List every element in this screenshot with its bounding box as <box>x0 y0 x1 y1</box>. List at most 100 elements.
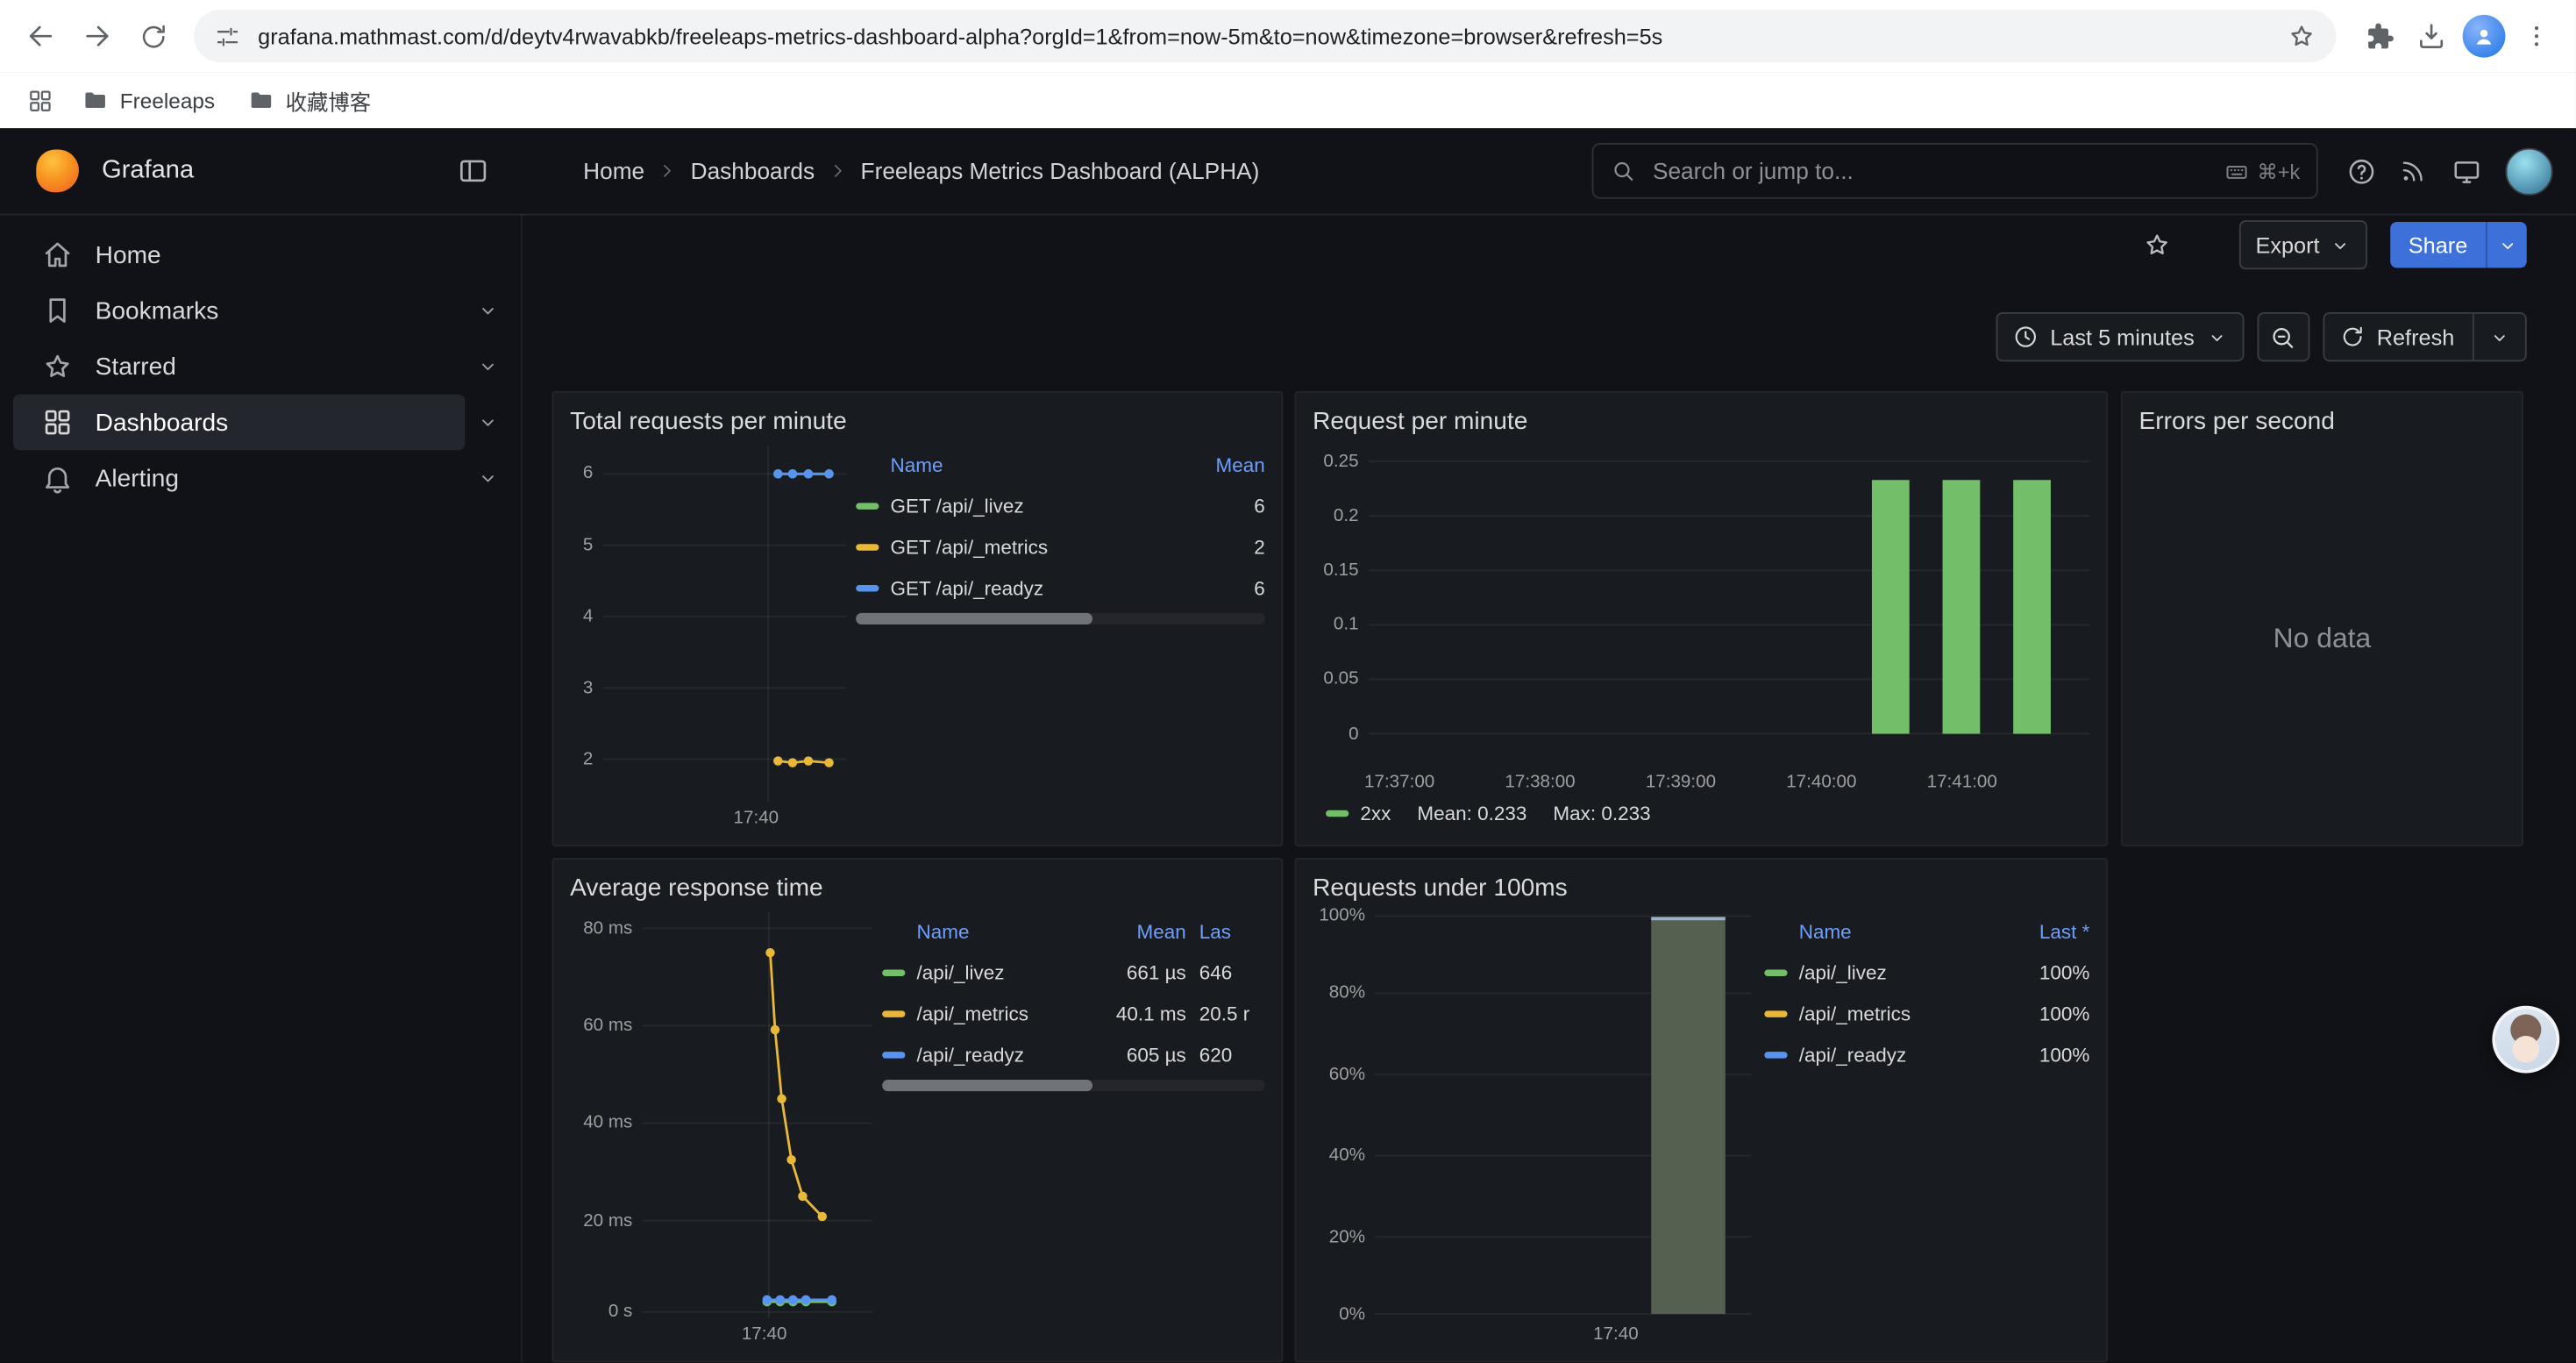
legend-row[interactable]: /api/_metrics 100% <box>1764 993 2089 1034</box>
legend-col-name[interactable]: Name <box>1764 920 2010 943</box>
legend-row[interactable]: /api/_livez 661 µs 646 <box>882 952 1265 993</box>
back-button[interactable] <box>13 8 69 64</box>
legend-col-mean[interactable]: Mean <box>1091 920 1186 943</box>
series-name[interactable]: /api/_livez <box>1799 960 2011 983</box>
export-button[interactable]: Export <box>2239 220 2367 269</box>
legend-row[interactable]: GET /api/_readyz 6 <box>856 567 1265 608</box>
search-input[interactable] <box>1649 156 2211 186</box>
chart-plot <box>603 446 846 803</box>
sidebar-item-home[interactable]: Home <box>13 227 511 283</box>
series-color-dash <box>1764 969 1787 975</box>
panel-title[interactable]: Average response time <box>570 869 1265 912</box>
chevron-down-icon[interactable] <box>465 455 510 501</box>
y-tick-label: 0.15 <box>1323 560 1358 580</box>
refresh-interval-chevron[interactable] <box>2489 326 2510 347</box>
bookmark-star-icon[interactable] <box>2287 21 2316 51</box>
series-color-dash <box>1764 1010 1787 1016</box>
chevron-down-icon[interactable] <box>465 344 510 389</box>
share-label: Share <box>2390 222 2486 268</box>
sidebar-item-bookmarks[interactable]: Bookmarks <box>13 282 465 339</box>
site-settings-icon[interactable] <box>214 22 242 50</box>
bookmark-folder-blogs[interactable]: 收藏博客 <box>235 79 385 122</box>
panel-title[interactable]: Total requests per minute <box>570 403 1265 446</box>
legend-header: Name Last * <box>1764 912 2089 952</box>
legend-row[interactable]: GET /api/_metrics 2 <box>856 526 1265 567</box>
downloads-icon[interactable] <box>2405 10 2458 62</box>
browser-menu-icon[interactable] <box>2510 10 2563 62</box>
chevron-down-icon[interactable] <box>465 399 510 445</box>
floating-assistant-avatar[interactable] <box>2492 1006 2559 1074</box>
chevron-down-icon <box>2330 234 2351 255</box>
legend-col-name[interactable]: Name <box>856 453 1189 476</box>
series-last: 100% <box>2010 960 2089 983</box>
share-menu-chevron[interactable] <box>2486 222 2527 268</box>
help-icon[interactable] <box>2335 145 2387 197</box>
url-bar[interactable]: grafana.mathmast.com/d/deytv4rwavabkb/fr… <box>194 10 2336 62</box>
sidebar-toggle-icon[interactable] <box>447 145 500 197</box>
display-icon[interactable] <box>2439 145 2492 197</box>
series-name[interactable]: GET /api/_readyz <box>891 576 1190 599</box>
legend-row[interactable]: /api/_readyz 100% <box>1764 1034 2089 1075</box>
series-name[interactable]: /api/_readyz <box>1799 1043 2011 1066</box>
bookmark-folder-freeleaps[interactable]: Freeleaps <box>69 79 228 122</box>
legend-row[interactable]: /api/_livez 100% <box>1764 952 2089 993</box>
grafana-logo[interactable] <box>36 150 79 193</box>
sidebar-item-label: Dashboards <box>96 409 229 437</box>
x-tick-label: 17:37:00 <box>1364 773 1434 792</box>
dashboards-grid-icon <box>41 406 74 439</box>
y-tick-label: 80% <box>1329 983 1365 1003</box>
panel-title[interactable]: Requests under 100ms <box>1313 869 2089 912</box>
y-tick-label: 0% <box>1339 1304 1365 1324</box>
series-name[interactable]: /api/_metrics <box>1799 1002 2011 1024</box>
series-color-dash <box>856 502 879 508</box>
panel-title[interactable]: Request per minute <box>1313 403 2089 446</box>
star-icon <box>41 350 74 382</box>
series-last: 646 <box>1186 960 1265 983</box>
legend-row[interactable]: /api/_readyz 605 µs 620 <box>882 1034 1265 1075</box>
x-tick-label: 17:38:00 <box>1505 773 1575 792</box>
series-name[interactable]: 2xx <box>1360 802 1391 824</box>
favorite-star-icon[interactable] <box>2134 222 2180 268</box>
sidebar-item-starred[interactable]: Starred <box>13 339 465 395</box>
legend-col-last[interactable]: Last * <box>2010 920 2089 943</box>
series-name[interactable]: GET /api/_metrics <box>891 535 1190 558</box>
zoom-out-button[interactable] <box>2257 312 2309 361</box>
series-name[interactable]: /api/_livez <box>917 960 1092 983</box>
legend-scrollbar[interactable] <box>882 1080 1265 1091</box>
sidebar-item-alerting[interactable]: Alerting <box>13 450 465 506</box>
series-mean: 605 µs <box>1091 1043 1186 1066</box>
forward-button[interactable] <box>69 8 125 64</box>
y-tick-label: 0.25 <box>1323 452 1358 471</box>
apps-grid-icon[interactable] <box>17 74 62 126</box>
series-name[interactable]: /api/_readyz <box>917 1043 1092 1066</box>
profile-avatar[interactable] <box>2458 10 2510 62</box>
panel-title[interactable]: Errors per second <box>2139 403 2506 446</box>
legend-row[interactable]: /api/_metrics 40.1 ms 20.5 r <box>882 993 1265 1034</box>
breadcrumb-home[interactable]: Home <box>583 158 644 184</box>
legend-col-last[interactable]: Las <box>1186 920 1265 943</box>
series-name[interactable]: GET /api/_livez <box>891 494 1190 517</box>
share-button[interactable]: Share <box>2390 222 2527 268</box>
user-avatar[interactable] <box>2505 147 2552 195</box>
refresh-button[interactable]: Refresh <box>2323 312 2527 361</box>
y-tick-label: 60 ms <box>583 1016 632 1035</box>
time-range-picker[interactable]: Last 5 minutes <box>1996 312 2244 361</box>
legend-item[interactable]: 2xx <box>1326 802 1391 824</box>
chevron-down-icon[interactable] <box>465 288 510 333</box>
breadcrumb-dashboards[interactable]: Dashboards <box>691 158 815 184</box>
chevron-right-icon <box>658 161 677 181</box>
search-box[interactable]: ⌘+k <box>1592 143 2318 199</box>
news-rss-icon[interactable] <box>2387 145 2439 197</box>
legend-col-mean[interactable]: Mean <box>1190 453 1265 476</box>
reload-button[interactable] <box>125 8 181 64</box>
time-controls: Last 5 minutes Refresh <box>1996 312 2526 361</box>
series-mean: 6 <box>1190 576 1265 599</box>
sidebar-item-dashboards[interactable]: Dashboards <box>13 395 465 451</box>
legend-scrollbar[interactable] <box>856 613 1265 624</box>
extensions-icon[interactable] <box>2352 10 2405 62</box>
panel-average-response-time: Average response time 80 ms60 ms40 ms20 … <box>552 858 1284 1362</box>
legend-col-name[interactable]: Name <box>882 920 1091 943</box>
legend-row[interactable]: GET /api/_livez 6 <box>856 485 1265 526</box>
sidebar-item-label: Bookmarks <box>96 296 219 325</box>
series-name[interactable]: /api/_metrics <box>917 1002 1092 1024</box>
